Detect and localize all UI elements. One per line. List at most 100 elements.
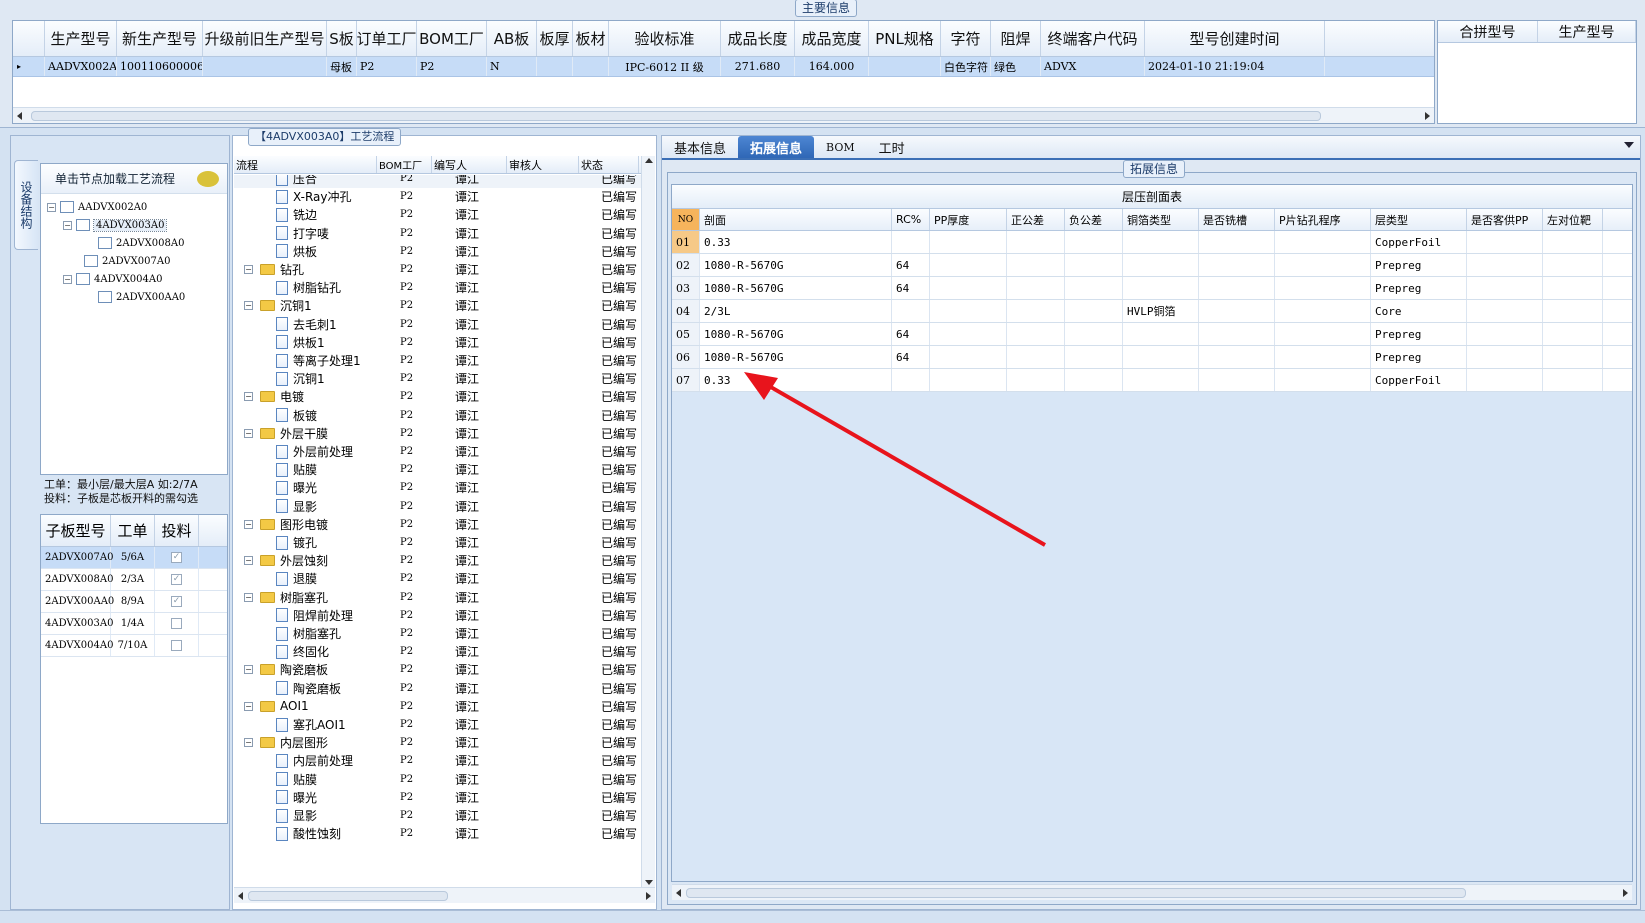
flow-row[interactable]: 铣边 P2 谭江 已编写 (234, 205, 641, 224)
lamination-cell-pp[interactable] (930, 323, 1007, 345)
flow-row[interactable]: 贴膜 P2 谭江 已编写 (234, 770, 641, 789)
scroll-left-icon[interactable] (238, 892, 243, 900)
flow-col-writer[interactable]: 编写人 (432, 156, 507, 173)
lamination-cell-customer-pp[interactable] (1467, 323, 1543, 345)
lamination-cell-rc[interactable]: 64 (892, 323, 930, 345)
lamination-cell-rc[interactable] (892, 300, 930, 322)
main-cell-width[interactable]: 164.000 (795, 57, 869, 76)
tree-node[interactable]: 2ADVX007A0 (71, 252, 170, 270)
lamination-cell-neg[interactable] (1065, 323, 1123, 345)
lamination-col-6[interactable]: 铜箔类型 (1123, 209, 1199, 230)
tree-collapse-icon[interactable]: − (244, 392, 253, 402)
merge-col-prod-model[interactable]: 生产型号 (1538, 21, 1636, 42)
lamination-cell-type[interactable]: CopperFoil (1371, 231, 1467, 253)
lamination-row[interactable]: 04 2/3L HVLP铜箔 Core (672, 300, 1632, 323)
flow-row[interactable]: 烘板1 P2 谭江 已编写 (234, 333, 641, 352)
main-cell-old-model[interactable] (203, 57, 327, 76)
scroll-left-icon[interactable] (17, 112, 22, 120)
main-col-7[interactable]: 板厚 (537, 21, 573, 56)
lamination-cell-neg[interactable] (1065, 254, 1123, 276)
lamination-cell-profile[interactable]: 1080-R-5670G (700, 346, 892, 368)
flow-row[interactable]: − 图形电镀 P2 谭江 已编写 (234, 515, 641, 534)
scroll-right-icon[interactable] (1425, 112, 1430, 120)
lamination-cell-left-target[interactable] (1543, 277, 1603, 299)
lamination-cell-pp[interactable] (930, 254, 1007, 276)
flow-row[interactable]: 显影 P2 谭江 已编写 (234, 806, 641, 825)
lamination-cell-profile[interactable]: 1080-R-5670G (700, 277, 892, 299)
tree-node[interactable]: − 4ADVX004A0 (63, 270, 162, 288)
lamination-cell-left-target[interactable] (1543, 346, 1603, 368)
flow-row[interactable]: 烘板 P2 谭江 已编写 (234, 242, 641, 261)
flow-row[interactable]: 树脂塞孔 P2 谭江 已编写 (234, 624, 641, 643)
flow-row[interactable]: 去毛刺1 P2 谭江 已编写 (234, 315, 641, 334)
tree-collapse-icon[interactable]: − (244, 301, 253, 311)
lamination-cell-customer-pp[interactable] (1467, 300, 1543, 322)
sub-board-row[interactable]: 4ADVX004A0 7/10A (41, 635, 227, 657)
lamination-cell-pp[interactable] (930, 231, 1007, 253)
lamination-cell-pos[interactable] (1007, 323, 1065, 345)
main-cell-customer[interactable]: ADVX (1041, 57, 1145, 76)
row-indicator-icon[interactable]: ▸ (13, 57, 45, 76)
lamination-cell-left-target[interactable] (1543, 369, 1603, 391)
lamination-col-0[interactable]: NO (672, 209, 700, 230)
scroll-thumb[interactable] (31, 111, 1321, 121)
lamination-row[interactable]: 01 0.33 CopperFoil (672, 231, 1632, 254)
lamination-row[interactable]: 03 1080-R-5670G 64 Prepreg (672, 277, 1632, 300)
scroll-up-icon[interactable] (645, 158, 653, 163)
lamination-cell-pos[interactable] (1007, 300, 1065, 322)
flow-row[interactable]: − 陶瓷磨板 P2 谭江 已编写 (234, 660, 641, 679)
lamination-cell-left-target[interactable] (1543, 231, 1603, 253)
main-cell-new-model[interactable]: 10011060000608 (117, 57, 203, 76)
main-col-13[interactable]: 字符 (941, 21, 991, 56)
tree-collapse-icon[interactable]: − (244, 738, 253, 748)
tree-collapse-icon[interactable]: − (63, 220, 72, 230)
tree-collapse-icon[interactable]: − (63, 274, 72, 284)
main-cell-ab-board[interactable]: N (487, 57, 537, 76)
tab-menu-dropdown-icon[interactable] (1624, 142, 1634, 148)
lamination-cell-neg[interactable] (1065, 346, 1123, 368)
tab-basic-info[interactable]: 基本信息 (662, 136, 738, 158)
main-grid-row[interactable]: ▸AADVX002A010011060000608母板P2P2NIPC-6012… (13, 57, 1434, 77)
main-col-1[interactable]: 新生产型号 (117, 21, 203, 56)
lamination-cell-neg[interactable] (1065, 277, 1123, 299)
lamination-cell-rc[interactable]: 64 (892, 254, 930, 276)
lamination-cell-slot[interactable] (1199, 277, 1275, 299)
lamination-col-8[interactable]: P片钻孔程序 (1275, 209, 1371, 230)
flow-row[interactable]: − 外层蚀刻 P2 谭江 已编写 (234, 551, 641, 570)
lamination-cell-pos[interactable] (1007, 231, 1065, 253)
lamination-cell-pp[interactable] (930, 346, 1007, 368)
flow-col-bom-factory[interactable]: BOM工厂 (377, 156, 432, 173)
lamination-cell-slot[interactable] (1199, 369, 1275, 391)
lamination-cell-cu[interactable] (1123, 323, 1199, 345)
scroll-thumb[interactable] (248, 891, 448, 901)
lamination-cell-slot[interactable] (1199, 300, 1275, 322)
lamination-cell-profile[interactable]: 2/3L (700, 300, 892, 322)
flow-vscroll[interactable] (641, 156, 655, 887)
main-col-12[interactable]: PNL规格 (869, 21, 941, 56)
feed-checkbox[interactable]: ✓ (171, 596, 182, 607)
flow-row[interactable]: 树脂钻孔 P2 谭江 已编写 (234, 278, 641, 297)
lamination-cell-pp[interactable] (930, 300, 1007, 322)
flow-col-status[interactable]: 状态 (579, 156, 639, 173)
lamination-cell-drill[interactable] (1275, 277, 1371, 299)
scroll-right-icon[interactable] (646, 892, 651, 900)
lamination-cell-no[interactable]: 03 (672, 277, 700, 299)
lamination-cell-cu[interactable]: HVLP铜箔 (1123, 300, 1199, 322)
lamination-cell-customer-pp[interactable] (1467, 369, 1543, 391)
lamination-cell-rc[interactable]: 64 (892, 346, 930, 368)
sub-col-feed[interactable]: 投料 (155, 515, 199, 546)
main-col-11[interactable]: 成品宽度 (795, 21, 869, 56)
main-cell-material[interactable] (573, 57, 609, 76)
tree-collapse-icon[interactable]: − (244, 665, 253, 675)
lamination-cell-pos[interactable] (1007, 254, 1065, 276)
lamination-cell-drill[interactable] (1275, 254, 1371, 276)
lamination-cell-customer-pp[interactable] (1467, 231, 1543, 253)
flow-row[interactable]: 板镀 P2 谭江 已编写 (234, 406, 641, 425)
flow-row[interactable]: 陶瓷磨板 P2 谭江 已编写 (234, 679, 641, 698)
feed-checkbox[interactable]: ✓ (171, 552, 182, 563)
lamination-row[interactable]: 02 1080-R-5670G 64 Prepreg (672, 254, 1632, 277)
flow-row[interactable]: − 电镀 P2 谭江 已编写 (234, 387, 641, 406)
lamination-cell-slot[interactable] (1199, 231, 1275, 253)
flow-row[interactable]: − 外层干膜 P2 谭江 已编写 (234, 424, 641, 443)
lamination-col-3[interactable]: PP厚度 (930, 209, 1007, 230)
